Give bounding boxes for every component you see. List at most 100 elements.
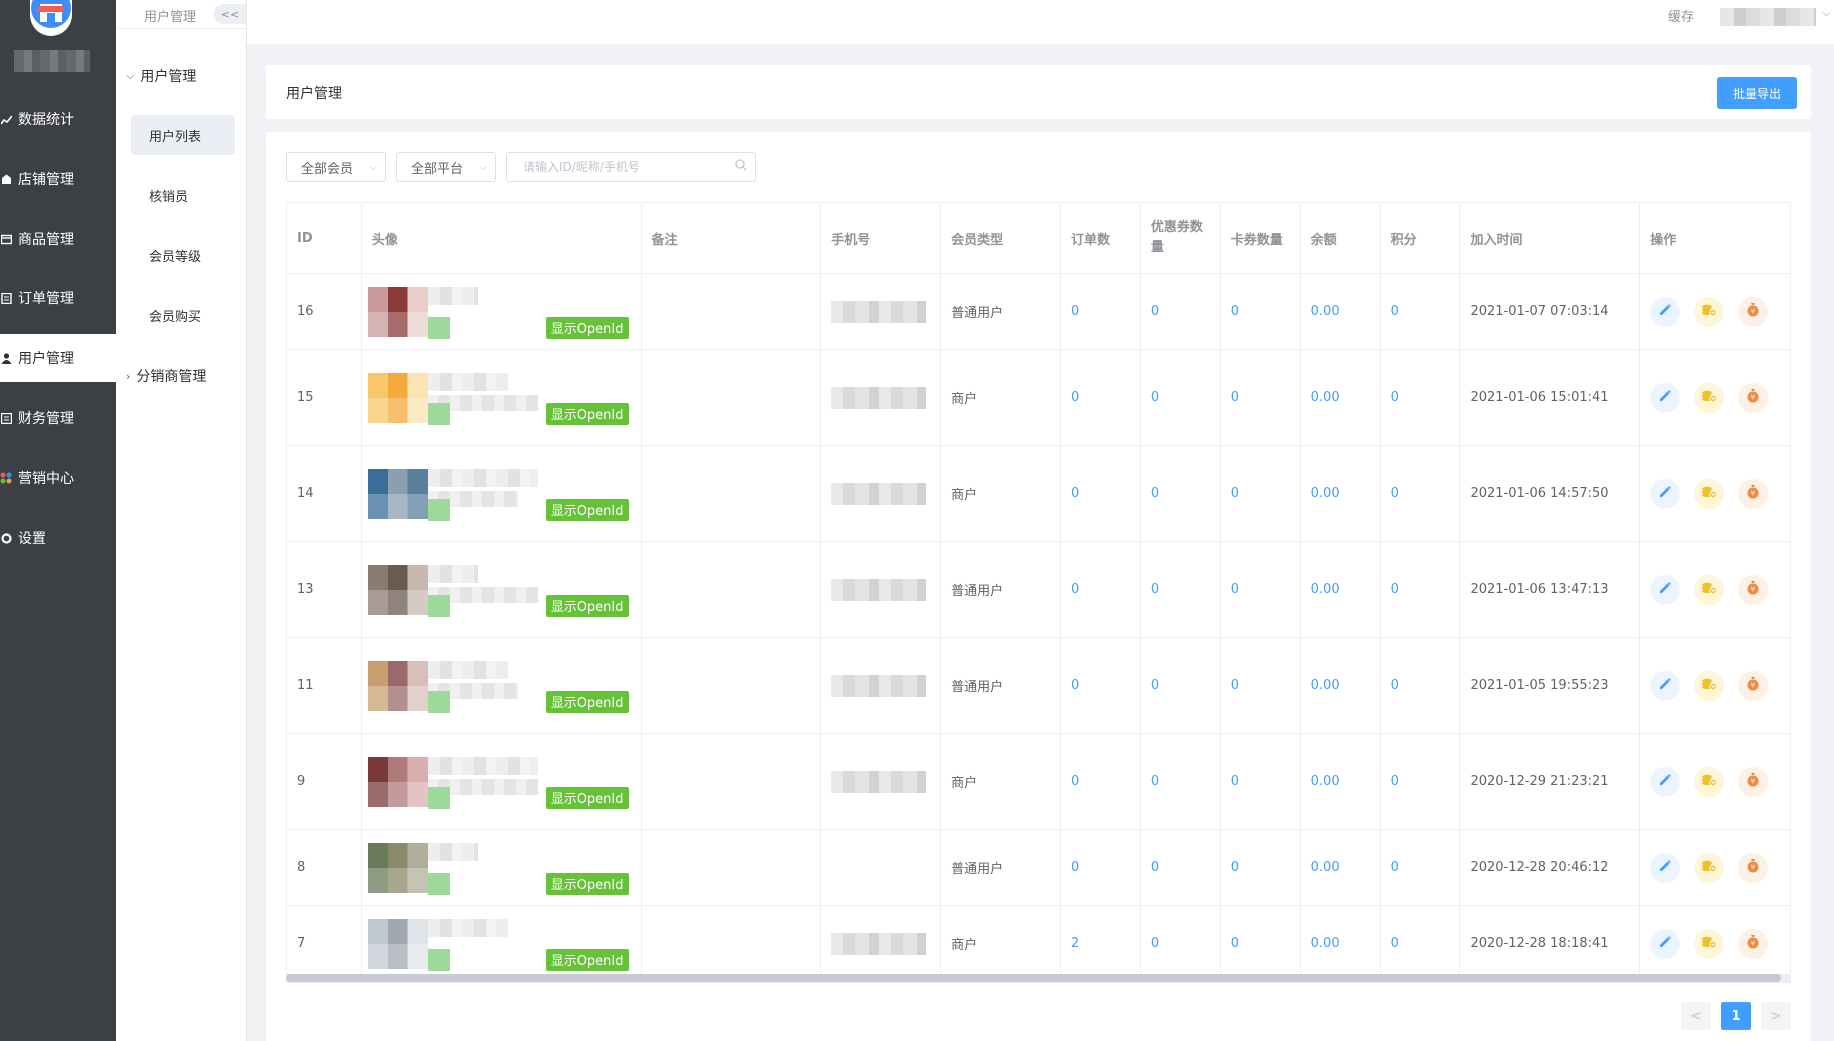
card-count-link[interactable]: 0	[1231, 678, 1239, 693]
recharge-balance-button[interactable]: ¥	[1738, 670, 1769, 701]
page-number-current[interactable]: 1	[1721, 1002, 1751, 1030]
points-link[interactable]: 0	[1391, 936, 1399, 951]
recharge-balance-button[interactable]: ¥	[1738, 382, 1769, 413]
user-menu-blurred[interactable]	[1720, 8, 1816, 26]
points-link[interactable]: 0	[1391, 486, 1399, 501]
order-count-link[interactable]: 0	[1071, 582, 1079, 597]
next-page-button[interactable]: >	[1761, 1002, 1791, 1030]
sidebar-item-store[interactable]: 店铺管理	[0, 155, 116, 203]
points-link[interactable]: 0	[1391, 774, 1399, 789]
card-count-link[interactable]: 0	[1231, 390, 1239, 405]
order-count-link[interactable]: 0	[1071, 860, 1079, 875]
show-openid-button[interactable]: 显示OpenId	[545, 594, 629, 617]
batch-export-button[interactable]: 批量导出	[1717, 77, 1797, 109]
submenu-item-user-list[interactable]: 用户列表	[131, 115, 235, 155]
send-coupon-button[interactable]	[1694, 852, 1725, 883]
submenu-group-user[interactable]: ⌵ 用户管理	[126, 66, 196, 86]
card-count-link[interactable]: 0	[1231, 774, 1239, 789]
recharge-balance-button[interactable]: ¥	[1738, 852, 1769, 883]
submenu-item-verifier[interactable]: 核销员	[131, 175, 235, 215]
send-coupon-button[interactable]	[1694, 670, 1725, 701]
submenu-item-member-purchase[interactable]: 会员购买	[131, 295, 235, 335]
submenu-item-member-level[interactable]: 会员等级	[131, 235, 235, 275]
show-openid-button[interactable]: 显示OpenId	[545, 948, 629, 971]
send-coupon-button[interactable]	[1694, 766, 1725, 797]
sidebar-item-finance[interactable]: 财务管理	[0, 394, 116, 442]
coupon-count-link[interactable]: 0	[1151, 304, 1159, 319]
balance-link[interactable]: 0.00	[1311, 582, 1340, 597]
card-count-link[interactable]: 0	[1231, 304, 1239, 319]
edit-user-button[interactable]	[1650, 382, 1681, 413]
prev-page-button[interactable]: <	[1681, 1002, 1711, 1030]
coupon-count-link[interactable]: 0	[1151, 860, 1159, 875]
sidebar-item-order[interactable]: 订单管理	[0, 274, 116, 322]
order-count-link[interactable]: 0	[1071, 678, 1079, 693]
search-icon[interactable]	[735, 159, 747, 175]
coupon-count-link[interactable]: 0	[1151, 582, 1159, 597]
order-count-link[interactable]: 0	[1071, 486, 1079, 501]
show-openid-button[interactable]: 显示OpenId	[545, 498, 629, 521]
search-input[interactable]	[521, 159, 725, 175]
card-count-link[interactable]: 0	[1231, 582, 1239, 597]
submenu-group-distributor[interactable]: › 分销商管理	[126, 366, 206, 386]
recharge-balance-button[interactable]: ¥	[1738, 928, 1769, 959]
show-openid-button[interactable]: 显示OpenId	[545, 872, 629, 895]
coupon-count-link[interactable]: 0	[1151, 678, 1159, 693]
send-coupon-button[interactable]	[1694, 928, 1725, 959]
show-openid-button[interactable]: 显示OpenId	[545, 786, 629, 809]
edit-user-button[interactable]	[1650, 478, 1681, 509]
balance-link[interactable]: 0.00	[1311, 860, 1340, 875]
balance-link[interactable]: 0.00	[1311, 936, 1340, 951]
edit-user-button[interactable]	[1650, 852, 1681, 883]
points-link[interactable]: 0	[1391, 860, 1399, 875]
sidebar-item-marketing[interactable]: 营销中心	[0, 454, 116, 502]
send-coupon-button[interactable]	[1694, 296, 1725, 327]
card-count-link[interactable]: 0	[1231, 936, 1239, 951]
edit-user-button[interactable]	[1650, 766, 1681, 797]
table-horizontal-scrollbar[interactable]	[286, 974, 1791, 982]
edit-user-button[interactable]	[1650, 574, 1681, 605]
coupon-count-link[interactable]: 0	[1151, 936, 1159, 951]
coupon-count-link[interactable]: 0	[1151, 390, 1159, 405]
balance-link[interactable]: 0.00	[1311, 390, 1340, 405]
card-count-link[interactable]: 0	[1231, 486, 1239, 501]
points-link[interactable]: 0	[1391, 390, 1399, 405]
member-filter-select[interactable]: 全部会员 ⌵	[286, 152, 386, 182]
card-count-link[interactable]: 0	[1231, 860, 1239, 875]
order-count-link[interactable]: 0	[1071, 390, 1079, 405]
balance-link[interactable]: 0.00	[1311, 678, 1340, 693]
sidebar-item-chart[interactable]: 数据统计	[0, 95, 116, 143]
show-openid-button[interactable]: 显示OpenId	[545, 316, 629, 339]
order-count-link[interactable]: 0	[1071, 774, 1079, 789]
show-openid-button[interactable]: 显示OpenId	[545, 402, 629, 425]
points-link[interactable]: 0	[1391, 304, 1399, 319]
balance-link[interactable]: 0.00	[1311, 486, 1340, 501]
recharge-balance-button[interactable]: ¥	[1738, 766, 1769, 797]
cache-button[interactable]: 缓存	[1668, 6, 1694, 25]
order-count-link[interactable]: 0	[1071, 304, 1079, 319]
recharge-balance-button[interactable]: ¥	[1738, 296, 1769, 327]
sidebar-item-product[interactable]: 商品管理	[0, 215, 116, 263]
coupon-count-link[interactable]: 0	[1151, 774, 1159, 789]
edit-user-button[interactable]	[1650, 928, 1681, 959]
points-link[interactable]: 0	[1391, 678, 1399, 693]
recharge-balance-button[interactable]: ¥	[1738, 478, 1769, 509]
recharge-balance-button[interactable]: ¥	[1738, 574, 1769, 605]
balance-link[interactable]: 0.00	[1311, 304, 1340, 319]
sidebar-item-gear[interactable]: 设置	[0, 514, 116, 562]
show-openid-button[interactable]: 显示OpenId	[545, 690, 629, 713]
platform-filter-select[interactable]: 全部平台 ⌵	[396, 152, 496, 182]
scrollbar-thumb[interactable]	[286, 974, 1781, 982]
order-count-link[interactable]: 2	[1071, 936, 1079, 951]
collapse-sidebar-button[interactable]: <<	[214, 4, 246, 24]
send-coupon-button[interactable]	[1694, 478, 1725, 509]
edit-user-button[interactable]	[1650, 670, 1681, 701]
sidebar-item-user[interactable]: 用户管理	[0, 334, 116, 382]
send-coupon-button[interactable]	[1694, 574, 1725, 605]
edit-user-button[interactable]	[1650, 296, 1681, 327]
points-link[interactable]: 0	[1391, 582, 1399, 597]
balance-link[interactable]: 0.00	[1311, 774, 1340, 789]
send-coupon-button[interactable]	[1694, 382, 1725, 413]
coupon-count-link[interactable]: 0	[1151, 486, 1159, 501]
chevron-down-icon[interactable]: ⌵	[1822, 8, 1830, 19]
